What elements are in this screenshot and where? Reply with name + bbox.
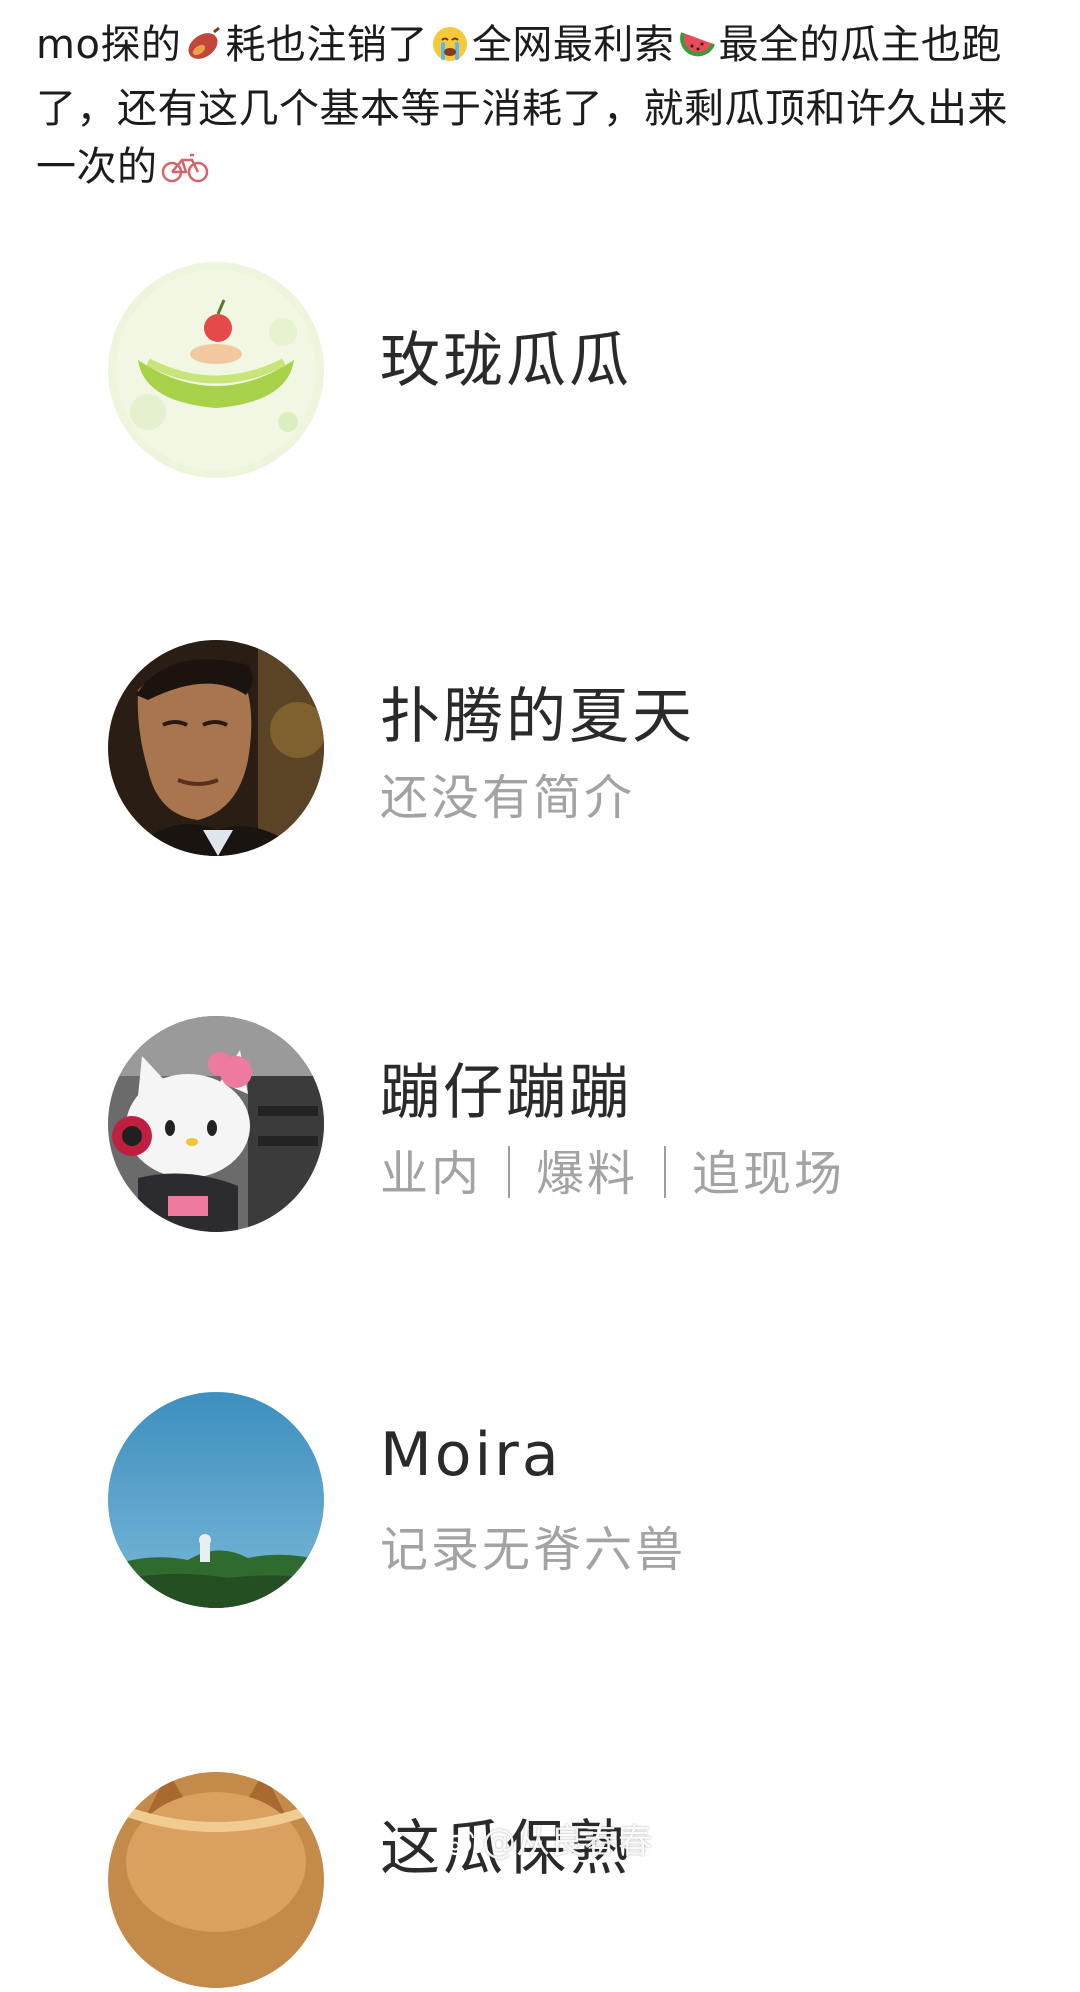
avatar[interactable] xyxy=(108,640,324,856)
account-item[interactable]: Moira 记录无脊六兽 xyxy=(108,1392,1008,1612)
bicycle-icon xyxy=(160,144,210,202)
bio-part: 业内 xyxy=(380,1146,483,1202)
avatar[interactable] xyxy=(108,1016,324,1232)
bio-separator xyxy=(508,1146,511,1198)
account-bio: 记录无脊六兽 xyxy=(380,1522,687,1578)
watermelon-icon xyxy=(676,22,716,80)
watermark-text: @从良春春 xyxy=(482,1822,652,1862)
post-text: mo探的 耗也注销了 全网最利索 最全的瓜主也跑了，还有这几个基本等于消耗了，就剩瓜顶… xyxy=(36,16,1046,202)
account-item[interactable]: 玫珑瓜瓜 xyxy=(108,262,1008,482)
weibo-icon xyxy=(442,1826,476,1866)
hello-kitty-avatar-icon xyxy=(108,1016,324,1232)
post-text-part: 全网最利索 xyxy=(471,22,675,68)
bio-separator xyxy=(664,1146,667,1198)
watermark: @从良春春 xyxy=(442,1814,652,1866)
sky-landscape-avatar-icon xyxy=(108,1392,324,1608)
account-item[interactable]: 这瓜保熟 xyxy=(108,1772,1008,1992)
account-name[interactable]: 扑腾的夏天 xyxy=(380,668,695,755)
avatar[interactable] xyxy=(108,1772,324,1988)
account-name[interactable]: Moira xyxy=(380,1420,562,1490)
sweet-potato-icon xyxy=(183,22,223,80)
avatar[interactable] xyxy=(108,262,324,478)
crying-face-icon xyxy=(430,22,470,80)
avatar[interactable] xyxy=(108,1392,324,1608)
account-name[interactable]: 蹦仔蹦蹦 xyxy=(380,1044,632,1131)
bio-part: 追现场 xyxy=(692,1146,846,1202)
account-bio: 还没有简介 xyxy=(380,770,636,826)
melon-avatar-icon xyxy=(108,262,324,478)
account-bio: 业内 爆料 追现场 xyxy=(380,1134,845,1204)
man-portrait-avatar-icon xyxy=(108,640,324,856)
account-item[interactable]: 蹦仔蹦蹦 业内 爆料 追现场 xyxy=(108,1016,1008,1236)
cat-avatar-icon xyxy=(108,1772,324,1988)
post-text-part: 耗也注销了 xyxy=(225,22,428,68)
account-item[interactable]: 扑腾的夏天 还没有简介 xyxy=(108,640,1008,860)
bio-part: 爆料 xyxy=(536,1146,639,1202)
post-text-part: mo探的 xyxy=(36,22,182,68)
account-name[interactable]: 玫珑瓜瓜 xyxy=(380,312,632,399)
